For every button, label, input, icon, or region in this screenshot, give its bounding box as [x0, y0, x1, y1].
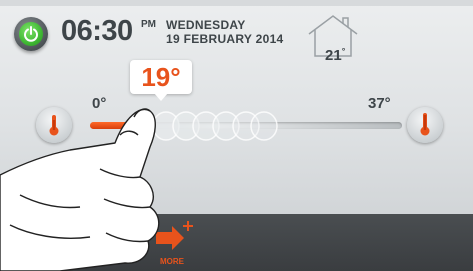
selected-temperature-bubble: 19° [130, 60, 192, 101]
power-icon [19, 22, 43, 46]
indoor-temperature-value: 21 [325, 47, 342, 64]
clock-time: 06:30 [61, 15, 133, 47]
indoor-temperature: 21° [325, 46, 345, 64]
selected-temperature: 19° [141, 62, 181, 92]
top-frame [0, 0, 473, 6]
indoor-temperature-unit: ° [341, 46, 346, 56]
hand-pointer-illustration [0, 108, 160, 271]
increase-temperature-button[interactable] [407, 107, 443, 143]
slider-max-label: 37° [368, 95, 391, 112]
thermostat-screen: 06:30 PM WEDNESDAY 19 FEBRUARY 2014 21° … [0, 0, 473, 271]
date: 19 FEBRUARY 2014 [166, 32, 284, 46]
power-button[interactable] [14, 17, 48, 51]
clock-ampm: PM [141, 19, 156, 30]
thermometer-icon [420, 113, 430, 136]
weekday: WEDNESDAY [166, 18, 246, 32]
